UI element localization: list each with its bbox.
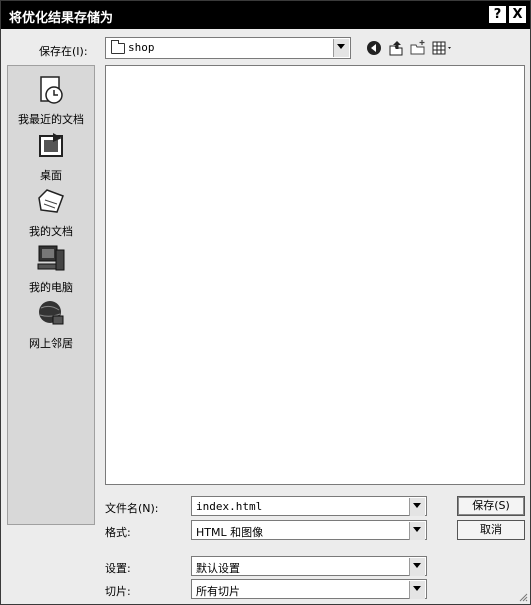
filename-label: 文件名(N): <box>105 502 159 515</box>
place-label: 桌面 <box>40 169 62 182</box>
chevron-down-icon[interactable] <box>409 581 425 599</box>
format-value: HTML 和图像 <box>196 526 264 539</box>
slices-select[interactable]: 所有切片 <box>191 579 427 599</box>
resize-grip-icon[interactable] <box>518 592 528 602</box>
slices-value: 所有切片 <box>196 585 240 598</box>
new-folder-icon[interactable] <box>409 39 427 57</box>
cancel-button[interactable]: 取消 <box>457 520 525 540</box>
help-button[interactable]: ? <box>488 5 507 24</box>
save-in-label: 保存在(I): <box>39 45 88 58</box>
place-label: 网上邻居 <box>29 337 73 350</box>
dialog-title: 将优化结果存储为 <box>9 11 114 26</box>
place-my-computer[interactable]: 我的电脑 <box>8 242 94 295</box>
settings-label: 设置: <box>105 562 131 575</box>
title-bar: 将优化结果存储为 ? X <box>1 1 530 29</box>
format-select[interactable]: HTML 和图像 <box>191 520 427 540</box>
save-optimized-dialog: 将优化结果存储为 ? X 保存在(I): shop 我最近的文档 桌面 我的文档… <box>0 0 531 605</box>
my-computer-icon <box>37 245 65 271</box>
save-in-value: shop <box>128 41 155 54</box>
place-label: 我的文档 <box>29 225 73 238</box>
format-label: 格式: <box>105 526 131 539</box>
filename-value: index.html <box>196 500 263 513</box>
place-recent-documents[interactable]: 我最近的文档 <box>8 74 94 127</box>
my-documents-icon <box>38 189 64 213</box>
place-label: 我最近的文档 <box>18 113 84 126</box>
up-folder-icon[interactable] <box>387 39 405 57</box>
save-button[interactable]: 保存(S) <box>457 496 525 516</box>
chevron-down-icon[interactable] <box>409 522 425 540</box>
slices-label: 切片: <box>105 585 131 598</box>
chevron-down-icon[interactable] <box>409 558 425 576</box>
save-in-dropdown[interactable]: shop <box>105 37 351 59</box>
view-menu-icon[interactable] <box>431 39 455 57</box>
close-button[interactable]: X <box>508 5 527 24</box>
places-bar: 我最近的文档 桌面 我的文档 我的电脑 网上邻居 <box>7 65 95 525</box>
place-label: 我的电脑 <box>29 281 73 294</box>
place-my-documents[interactable]: 我的文档 <box>8 186 94 239</box>
recent-documents-icon <box>40 76 63 104</box>
place-desktop[interactable]: 桌面 <box>8 130 94 183</box>
settings-select[interactable]: 默认设置 <box>191 556 427 576</box>
file-list[interactable] <box>105 65 525 485</box>
desktop-icon <box>39 133 63 157</box>
settings-value: 默认设置 <box>196 562 240 575</box>
place-network[interactable]: 网上邻居 <box>8 298 94 351</box>
filename-input[interactable]: index.html <box>191 496 427 516</box>
back-icon[interactable] <box>365 39 383 57</box>
folder-icon <box>111 40 125 54</box>
chevron-down-icon[interactable] <box>333 39 349 57</box>
network-places-icon <box>39 301 64 325</box>
chevron-down-icon[interactable] <box>409 498 425 516</box>
